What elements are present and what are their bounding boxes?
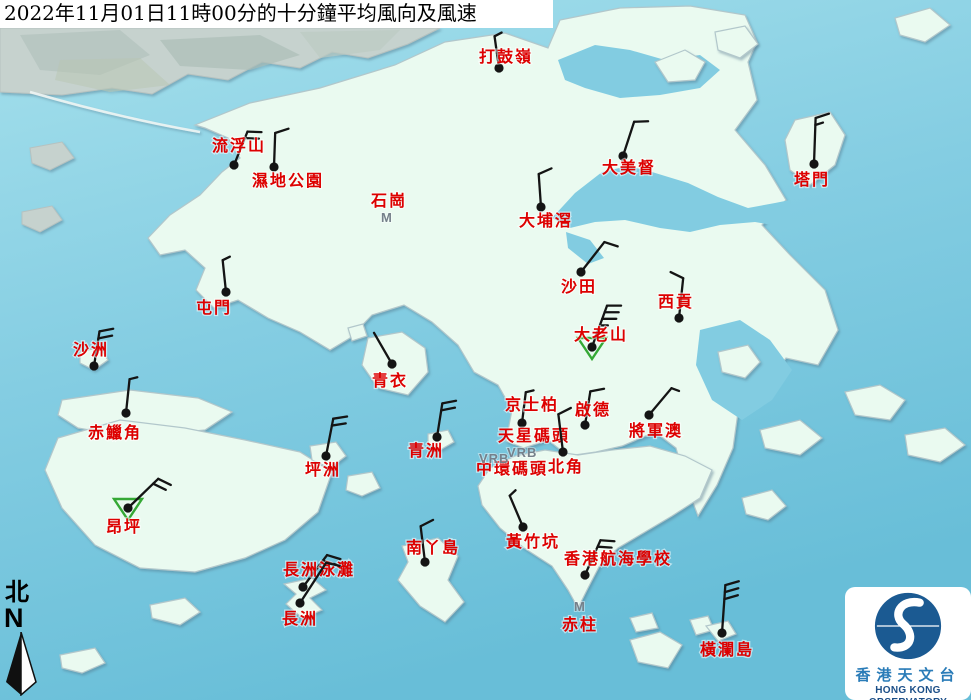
station-dot (89, 361, 98, 370)
station-label: 赤柱 (562, 615, 598, 634)
status-m: M (574, 599, 586, 614)
station-dot (298, 582, 307, 591)
status-vrb: VRB (507, 445, 537, 460)
station-dot (576, 267, 585, 276)
station-dot (420, 557, 429, 566)
station-label: 昂坪 (106, 518, 142, 536)
station-label: 京士柏 (505, 395, 559, 414)
station-dot (387, 359, 396, 368)
station-dot (321, 451, 330, 460)
station-label: 青洲 (408, 441, 444, 460)
station-label: 大美督 (602, 158, 656, 177)
station-label: 啟德 (575, 400, 611, 419)
hko-logo-icon (872, 590, 944, 662)
station-label: 流浮山 (212, 136, 266, 155)
wind-barb-staff (274, 133, 275, 167)
station-label: 青衣 (372, 371, 408, 390)
station-dot (432, 432, 441, 441)
station-label: 大埔滘 (519, 211, 573, 230)
station-label: 屯門 (196, 298, 232, 317)
station-label: 黃竹坑 (505, 532, 560, 551)
title-bar: 2022年11月01日11時00分的十分鐘平均風向及風速 (0, 0, 553, 28)
station-dot (518, 522, 527, 531)
station-label: 濕地公園 (252, 171, 324, 190)
station-dot (580, 570, 589, 579)
station-dot (123, 503, 132, 512)
north-compass: 北 N (2, 580, 46, 696)
station-dot (644, 410, 653, 419)
station-dot (674, 313, 683, 322)
status-m: M (381, 210, 393, 225)
north-arrow-icon (2, 632, 40, 696)
station-dot (295, 598, 304, 607)
station-dot (269, 162, 278, 171)
station-dot (809, 159, 818, 168)
station-label: 沙田 (561, 278, 597, 296)
station-dot (717, 628, 726, 637)
station-label: 坪洲 (305, 461, 341, 479)
station-label: 西貢 (658, 293, 694, 311)
station-label: 大老山 (574, 325, 628, 344)
station-label: 沙洲 (73, 341, 109, 359)
station-dot (121, 408, 130, 417)
station-label: 石崗 (370, 191, 407, 210)
station-label: 長洲泳灘 (283, 560, 355, 579)
station-dot (517, 418, 526, 427)
wind-map-screen: 打鼓嶺流浮山濕地公園石崗M大美督塔門大埔滘沙田西貢屯門沙洲大老山青衣赤鱲角坪洲京… (0, 0, 971, 700)
station-label: 赤鱲角 (88, 423, 142, 442)
hko-logo-chinese: 香港天文台 (845, 668, 971, 685)
station-dot (580, 420, 589, 429)
wind-barb-full (600, 540, 614, 541)
hong-kong-map: 打鼓嶺流浮山濕地公園石崗M大美督塔門大埔滘沙田西貢屯門沙洲大老山青衣赤鱲角坪洲京… (0, 0, 971, 700)
station-dot (229, 160, 238, 169)
station-dot (536, 202, 545, 211)
station-dot (558, 447, 567, 456)
station-label: 將軍澳 (629, 421, 683, 440)
station-label: 橫瀾島 (700, 640, 754, 659)
station-label: 長洲 (282, 610, 318, 628)
hko-logo-english: HONG KONG OBSERVATORY (845, 685, 971, 700)
station-label: 塔門 (794, 170, 830, 189)
map-title: 2022年11月01日11時00分的十分鐘平均風向及風速 (4, 1, 477, 25)
station-label: 南丫島 (406, 538, 460, 557)
station-dot (221, 287, 230, 296)
station-label: 北角 (548, 457, 584, 476)
station-label: 香港航海學校 (563, 549, 672, 568)
hko-logo: 香港天文台 HONG KONG OBSERVATORY (845, 587, 971, 700)
wind-barb-full (598, 547, 612, 548)
status-vrb: VRB (479, 451, 509, 466)
station-label: 打鼓嶺 (479, 47, 533, 66)
north-label-letter: N (4, 607, 46, 630)
